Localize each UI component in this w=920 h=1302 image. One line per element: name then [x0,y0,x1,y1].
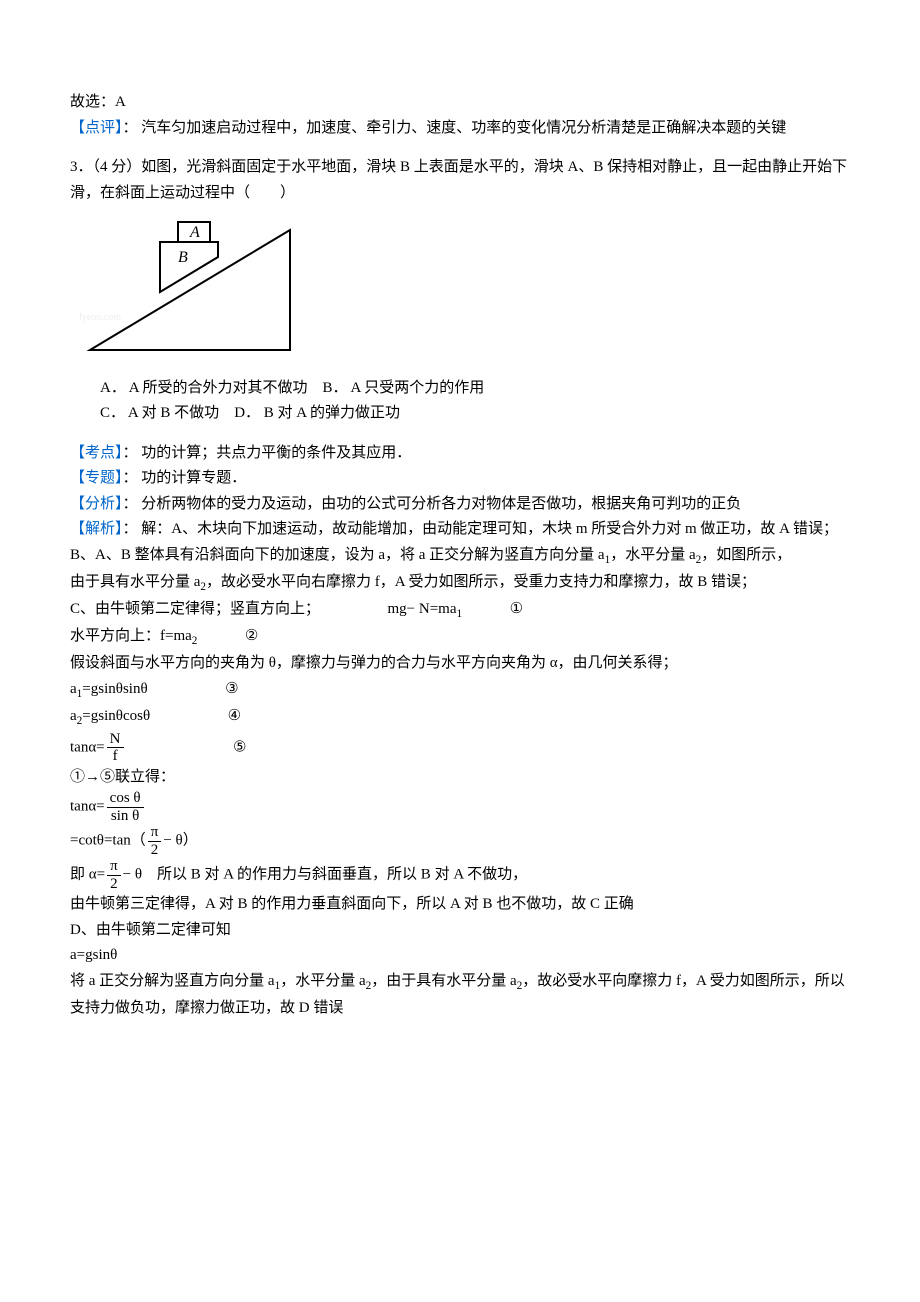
jiexi-line-13: 即 α=π2− θ 所以 B 对 A 的作用力与斜面垂直，所以 B 对 A 不做… [70,858,850,892]
jiexi-l7c: ③ [225,681,238,697]
frac-2-b: 2 [107,876,121,893]
kaodian-text: ： 功的计算；共点力平衡的条件及其应用． [123,445,412,461]
jiexi-l17c: ，由于具有水平分量 a [371,973,516,989]
fenxi-text: ： 分析两物体的受力及运动，由功的公式可分析各力对物体是否做功，根据夹角可判功的… [123,496,742,512]
fenxi-label: 【分析】 [70,496,123,512]
q3-stem: 3．（4 分）如图，光滑斜面固定于水平地面，滑块 B 上表面是水平的，滑块 A、… [70,155,850,206]
jiexi-l2a: B、A、B 整体具有沿斜面向下的加速度，设为 a，将 a 正交分解为竖直方向分量… [70,547,605,563]
jiexi-line-5: 水平方向上：f=ma2 ② [70,624,850,651]
jiexi-line-3: 由于具有水平分量 a2，故必受水平向右摩擦力 f，A 受力如图所示，受重力支持力… [70,570,850,597]
frac-pi-a: π [148,824,162,842]
prev-comment-line: 【点评】： 汽车匀加速启动过程中，加速度、牵引力、速度、功率的变化情况分析清楚是… [70,116,850,142]
jiexi-l4b: mg− N=ma [388,601,457,617]
jiexi-line-6: 假设斜面与水平方向的夹角为 θ，摩擦力与弹力的合力与水平方向夹角为 α，由几何关… [70,651,850,677]
frac-sin: sin θ [107,808,144,825]
jiexi-line-12: =cotθ=tan（π2− θ） [70,824,850,858]
frac-2-a: 2 [148,842,162,859]
jiexi-line-9: tanα=Nf ⑤ [70,731,850,765]
jiexi-line-8: a2=gsinθcosθ ④ [70,704,850,731]
frac-cos: cos θ [107,790,144,808]
frac-pi-b: π [107,858,121,876]
frac-pi2-b: π2 [107,858,121,892]
jiexi-l2b: ，水平分量 a [610,547,695,563]
q3-options: A． A 所受的合外力对其不做功 B． A 只受两个力的作用 C． A 对 B … [100,376,850,427]
jiexi-l9a: tanα= [70,739,105,755]
jiexi-l12a: =cotθ=tan（ [70,833,146,849]
jiexi-l8a: a [70,708,77,724]
jiexi-line-14: 由牛顿第三定律得，A 对 B 的作用力垂直斜面向下，所以 A 对 B 也不做功，… [70,892,850,918]
jiexi-l9b: ⑤ [233,739,246,755]
jiexi-l5a: 水平方向上：f=ma [70,628,192,644]
option-line-ab: A． A 所受的合外力对其不做功 B． A 只受两个力的作用 [100,376,850,402]
diagram-label-A: A [189,224,200,241]
jiexi-line-10: ①→⑤联立得： [70,765,850,791]
frac-f: f [107,748,124,765]
zhuanti-text: ： 功的计算专题． [123,470,247,486]
incline-diagram-svg: A B Jyeoo.com [80,210,300,360]
diagram-label-B: B [178,249,188,266]
frac-N-f: Nf [107,731,124,765]
sub-2c: 2 [192,635,198,647]
kaodian-line: 【考点】： 功的计算；共点力平衡的条件及其应用． [70,441,850,467]
jiexi-line-11: tanα=cos θsin θ [70,790,850,824]
jiexi-line-15: D、由牛顿第二定律可知 [70,918,850,944]
jiexi-l7a: a [70,681,77,697]
jiexi-l5b: ② [245,628,258,644]
jiexi-l3a: 由于具有水平分量 a [70,574,200,590]
jiexi-l12b: − θ） [163,833,197,849]
document-body: 故选：A 【点评】： 汽车匀加速启动过程中，加速度、牵引力、速度、功率的变化情况… [70,90,850,1021]
jiexi-l13a: 即 α= [70,867,105,883]
jiexi-l3b: ，故必受水平向右摩擦力 f，A 受力如图所示，受重力支持力和摩擦力，故 B 错误… [206,574,756,590]
sub-1b: 1 [457,608,463,620]
zhuanti-line: 【专题】： 功的计算专题． [70,466,850,492]
fenxi-line: 【分析】： 分析两物体的受力及运动，由功的公式可分析各力对物体是否做功，根据夹角… [70,492,850,518]
diagram-watermark: Jyeoo.com [80,312,121,323]
jiexi-l8c: ④ [228,708,241,724]
jiexi-l17a: 将 a 正交分解为竖直方向分量 a [70,973,275,989]
frac-N: N [107,731,124,749]
prev-answer-choice: 故选：A [70,90,850,116]
jiexi-line-4: C、由牛顿第二定律得；竖直方向上； mg− N=ma1 ① [70,597,850,624]
jiexi-l4c: ① [510,601,523,617]
jiexi-line-16: a=gsinθ [70,943,850,969]
jiexi-line-1: 【解析】： 解：A、木块向下加速运动，故动能增加，由动能定理可知，木块 m 所受… [70,517,850,543]
comment-text: ： 汽车匀加速启动过程中，加速度、牵引力、速度、功率的变化情况分析清楚是正确解决… [123,120,787,136]
frac-cos-sin: cos θsin θ [107,790,144,824]
jiexi-line-17: 将 a 正交分解为竖直方向分量 a1，水平分量 a2，由于具有水平分量 a2，故… [70,969,850,1022]
jiexi-l7b: =gsinθsinθ [82,681,147,697]
kaodian-label: 【考点】 [70,445,123,461]
jiexi-line-2: B、A、B 整体具有沿斜面向下的加速度，设为 a，将 a 正交分解为竖直方向分量… [70,543,850,570]
jiexi-l8b: =gsinθcosθ [82,708,150,724]
jiexi-l2c: ，如图所示， [701,547,791,563]
comment-label: 【点评】 [70,120,123,136]
jiexi-l11a: tanα= [70,799,105,815]
jiexi-l13b: − θ 所以 B 对 A 的作用力与斜面垂直，所以 B 对 A 不做功， [123,867,527,883]
jiexi-l17b: ，水平分量 a [280,973,365,989]
jiexi-l1: ： 解：A、木块向下加速运动，故动能增加，由动能定理可知，木块 m 所受合外力对… [123,521,838,537]
jiexi-label: 【解析】 [70,521,123,537]
jiexi-line-7: a1=gsinθsinθ ③ [70,677,850,704]
jiexi-l4a: C、由牛顿第二定律得；竖直方向上； [70,601,320,617]
zhuanti-label: 【专题】 [70,470,123,486]
frac-pi2-a: π2 [148,824,162,858]
q3-diagram: A B Jyeoo.com [80,210,850,370]
option-line-cd: C． A 对 B 不做功 D． B 对 A 的弹力做正功 [100,401,850,427]
